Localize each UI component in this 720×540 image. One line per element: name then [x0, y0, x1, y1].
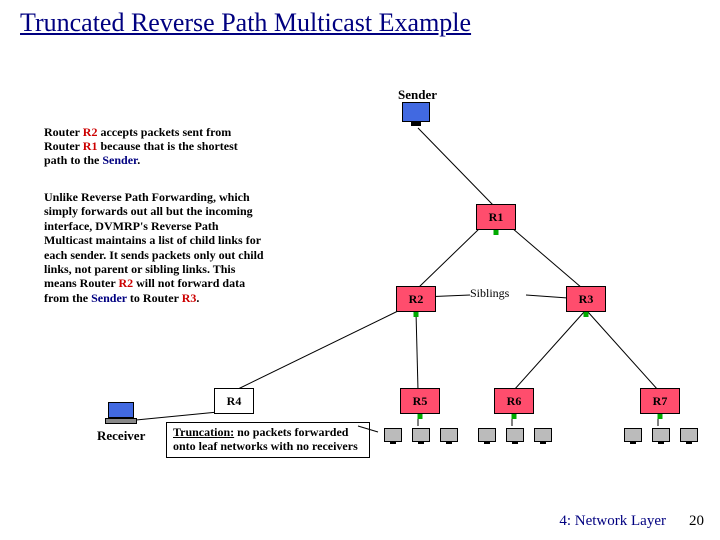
explanation-paragraph-1: Router R2 accepts packets sent from Rout… [44, 126, 254, 167]
leaf-hosts-r6 [478, 428, 552, 442]
router-r6: R6 [494, 388, 534, 414]
router-r3: R3 [566, 286, 606, 312]
router-r4: R4 [214, 388, 254, 414]
siblings-label: Siblings [470, 286, 509, 301]
slide-number: 20 [689, 513, 704, 530]
sender-label: Sender [398, 87, 437, 103]
leaf-hosts-r7 [624, 428, 698, 442]
router-r1: R1 [476, 204, 516, 230]
leaf-hosts-r5 [384, 428, 458, 442]
footer-section: 4: Network Layer [559, 513, 666, 530]
router-r2: R2 [396, 286, 436, 312]
slide-title: Truncated Reverse Path Multicast Example [20, 8, 471, 38]
receiver-label: Receiver [97, 428, 145, 444]
router-r7: R7 [640, 388, 680, 414]
sender-computer-icon [402, 102, 430, 126]
explanation-paragraph-2: Unlike Reverse Path Forwarding, which si… [44, 190, 269, 305]
receiver-laptop-icon [108, 402, 137, 424]
truncation-callout: Truncation: no packets forwarded onto le… [166, 422, 370, 458]
router-r5: R5 [400, 388, 440, 414]
